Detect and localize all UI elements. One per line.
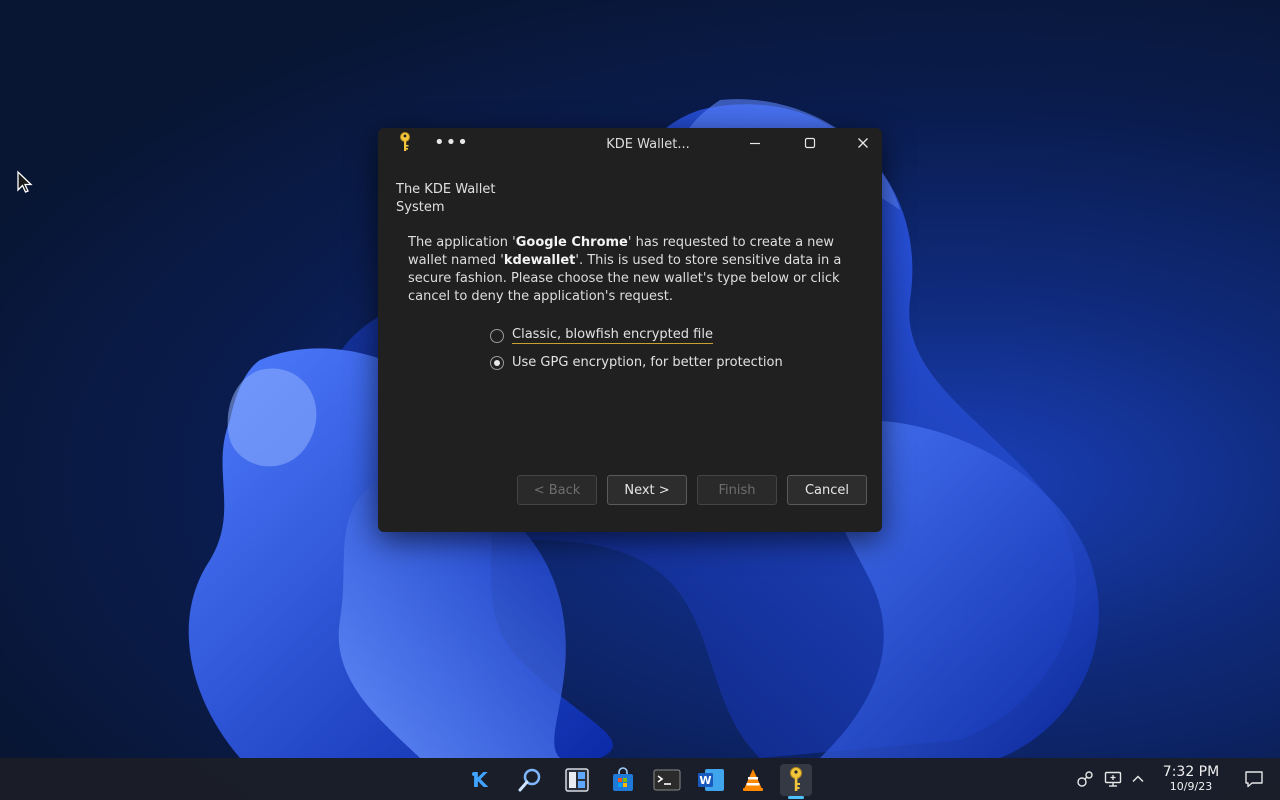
next-button[interactable]: Next > bbox=[607, 475, 687, 505]
maximize-button[interactable] bbox=[793, 130, 827, 156]
radio-button-classic[interactable] bbox=[490, 328, 504, 343]
cancel-button[interactable]: Cancel bbox=[787, 475, 867, 505]
notifications-icon[interactable] bbox=[1244, 769, 1264, 789]
clock-time: 7:32 PM bbox=[1162, 764, 1220, 780]
dialog-titlebar[interactable]: ••• KDE Wallet... bbox=[378, 128, 882, 160]
window-manager-icon[interactable] bbox=[561, 764, 593, 796]
taskbar: K W 7:32 PM 10/9/23 bbox=[0, 758, 1280, 800]
chevron-up-icon[interactable] bbox=[1128, 769, 1148, 789]
maximize-icon bbox=[804, 137, 816, 149]
word-icon[interactable]: W bbox=[695, 764, 727, 796]
active-app-indicator bbox=[788, 796, 804, 799]
display-icon[interactable] bbox=[1103, 769, 1123, 789]
network-settings-icon[interactable] bbox=[1075, 769, 1095, 789]
wallet-name: kdewallet bbox=[503, 253, 576, 268]
search-icon[interactable] bbox=[514, 764, 546, 796]
minimize-button[interactable] bbox=[738, 130, 772, 156]
finish-button[interactable]: Finish bbox=[697, 475, 777, 505]
minimize-icon bbox=[750, 142, 760, 145]
dialog-header: The KDE Wallet System bbox=[396, 182, 496, 215]
close-icon bbox=[858, 138, 868, 148]
store-icon[interactable] bbox=[607, 764, 639, 796]
option-gpg-encryption[interactable]: Use GPG encryption, for better protectio… bbox=[490, 355, 783, 370]
dialog-message: The application 'Google Chrome' has requ… bbox=[408, 235, 842, 304]
radio-button-gpg[interactable] bbox=[490, 355, 504, 370]
close-button[interactable] bbox=[846, 130, 880, 156]
dialog-title: KDE Wallet... bbox=[606, 137, 690, 152]
system-clock[interactable]: 7:32 PM 10/9/23 bbox=[1156, 764, 1226, 794]
kwallet-icon[interactable] bbox=[780, 764, 812, 799]
svg-text:W: W bbox=[699, 774, 711, 787]
clock-date: 10/9/23 bbox=[1169, 780, 1213, 793]
back-button[interactable]: < Back bbox=[517, 475, 597, 505]
svg-text:K: K bbox=[472, 768, 489, 792]
app-name: Google Chrome bbox=[515, 235, 628, 250]
mouse-cursor-icon bbox=[17, 170, 33, 193]
option-label: Use GPG encryption, for better protectio… bbox=[512, 355, 783, 370]
kde-icon[interactable]: K bbox=[464, 764, 496, 796]
kde-wallet-dialog: ••• KDE Wallet... The KDE Wallet System … bbox=[378, 128, 882, 532]
vlc-icon[interactable] bbox=[737, 764, 769, 796]
terminal-icon[interactable] bbox=[651, 764, 683, 796]
option-classic-blowfish[interactable]: Classic, blowfish encrypted file bbox=[490, 327, 713, 344]
option-label: Classic, blowfish encrypted file bbox=[512, 327, 713, 344]
